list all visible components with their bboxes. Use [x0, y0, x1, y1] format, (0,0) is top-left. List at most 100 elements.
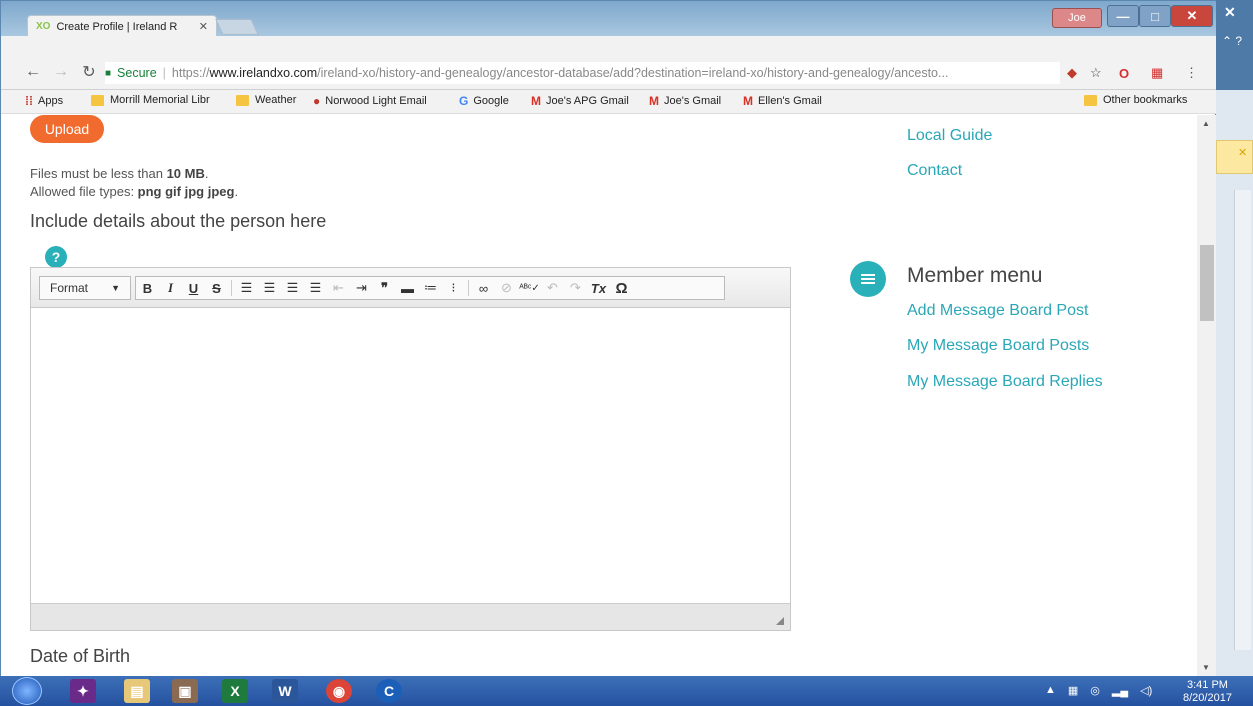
redo-icon[interactable]: ↷ — [564, 277, 587, 299]
special-character-icon[interactable]: Ω — [610, 277, 633, 299]
start-button[interactable] — [12, 677, 42, 705]
contact-link[interactable]: Contact — [907, 162, 962, 180]
browser-tab[interactable]: XO Create Profile | Ireland R ✕ — [27, 15, 217, 37]
link-icon[interactable]: ∞ — [472, 277, 495, 299]
security-icon[interactable]: ◎ — [1090, 684, 1100, 697]
help-icon[interactable]: ⌃ ? — [1222, 34, 1242, 48]
scroll-thumb[interactable] — [1200, 245, 1214, 321]
background-task-pane — [1216, 140, 1253, 174]
undo-icon[interactable]: ↶ — [541, 277, 564, 299]
local-guide-link[interactable]: Local Guide — [907, 127, 992, 145]
unlink-icon[interactable]: ⊘ — [495, 277, 518, 299]
bookmark-ellens-gmail[interactable]: M Ellen's Gmail — [743, 94, 822, 108]
new-tab-button[interactable] — [215, 19, 259, 35]
excel-icon[interactable]: X — [222, 679, 248, 703]
tray-expand-icon[interactable]: ▲ — [1045, 684, 1056, 697]
format-dropdown[interactable]: Format ▼ — [39, 276, 131, 300]
details-heading: Include details about the person here — [30, 211, 327, 231]
secure-label: Secure — [117, 66, 157, 80]
editor-text-area[interactable] — [31, 309, 790, 603]
resize-handle[interactable] — [776, 617, 784, 625]
bookmark-weather[interactable]: Weather — [236, 94, 296, 106]
bookmark-morrill[interactable]: Morrill Memorial Libr — [91, 94, 210, 106]
signal-icon[interactable]: ▂▄ — [1112, 684, 1128, 697]
align-right-icon[interactable]: ☰ — [281, 277, 304, 299]
extension-icon[interactable]: ◆ — [1067, 64, 1077, 82]
help-icon[interactable]: ? — [45, 246, 67, 268]
align-left-icon[interactable]: ☰ — [235, 277, 258, 299]
xo-favicon-icon: XO — [36, 21, 51, 32]
spellcheck-icon[interactable]: ᴬᴮᶜ✓ — [518, 277, 541, 299]
remove-format-icon[interactable]: Tx — [587, 277, 610, 299]
lock-icon: ■ — [105, 67, 112, 79]
clock-date: 8/20/2017 — [1183, 692, 1232, 704]
bookmark-joes-apg-gmail[interactable]: M Joe's APG Gmail — [531, 94, 629, 108]
chrome-icon[interactable]: ◉ — [326, 679, 352, 703]
close-window-button[interactable]: ✕ — [1171, 5, 1213, 27]
my-message-board-posts-link[interactable]: My Message Board Posts — [907, 337, 1089, 355]
file-size-hint: Files must be less than 10 MB. — [30, 166, 208, 181]
indent-icon[interactable]: ⇥ — [350, 277, 373, 299]
scroll-up-icon[interactable]: ▲ — [1202, 119, 1210, 128]
reload-icon[interactable]: ↻ — [79, 62, 99, 82]
taskbar-clock[interactable]: 3:41 PM 8/20/2017 — [1183, 679, 1232, 705]
align-justify-icon[interactable]: ☰ — [304, 277, 327, 299]
ccleaner-icon[interactable]: C — [376, 679, 402, 703]
page-scrollbar[interactable]: ▲ ▼ — [1197, 115, 1217, 677]
blockquote-icon[interactable]: ❞ — [373, 277, 396, 299]
my-message-board-replies-link[interactable]: My Message Board Replies — [907, 373, 1103, 391]
menu-kebab-icon[interactable]: ⋮ — [1185, 64, 1198, 82]
pane-close-icon[interactable]: ✕ — [1238, 146, 1247, 159]
date-of-birth-label: Date of Birth — [30, 646, 131, 666]
bold-icon[interactable]: B — [136, 277, 159, 299]
tab-close-icon[interactable]: ✕ — [199, 20, 208, 33]
background-scrollbar[interactable] — [1234, 190, 1251, 650]
upload-button[interactable]: Upload — [30, 115, 104, 143]
minimize-button[interactable]: — — [1107, 5, 1139, 27]
horizontal-rule-icon[interactable]: ▬ — [396, 277, 419, 299]
todo-extension-icon[interactable]: ▦ — [1151, 64, 1163, 82]
align-center-icon[interactable]: ☰ — [258, 277, 281, 299]
outdent-icon[interactable]: ⇤ — [327, 277, 350, 299]
file-explorer-icon[interactable]: ▤ — [124, 679, 150, 703]
network-icon[interactable]: ▦ — [1068, 684, 1078, 697]
bookmark-label: Apps — [38, 95, 64, 107]
editor-status-bar — [31, 603, 790, 630]
star-app-icon[interactable]: ✦ — [70, 679, 96, 703]
title-bar: XO Create Profile | Ireland R ✕ Joe — □ … — [1, 1, 1217, 37]
scroll-down-icon[interactable]: ▼ — [1202, 663, 1210, 672]
volume-icon[interactable]: ◁) — [1140, 684, 1152, 697]
folder-icon — [91, 94, 104, 106]
bookmark-joes-gmail[interactable]: M Joe's Gmail — [649, 94, 721, 108]
address-bar[interactable]: ■ Secure | https:// www.irelandxo.com /i… — [105, 62, 1060, 84]
star-bookmark-icon[interactable]: ☆ — [1090, 64, 1102, 82]
folder-icon — [236, 94, 249, 106]
hint-value: 10 MB — [166, 166, 205, 181]
bookmark-google[interactable]: G Google — [459, 94, 509, 108]
italic-icon[interactable]: I — [159, 277, 182, 299]
bookmark-apps[interactable]: ⁞⁞ Apps — [25, 94, 63, 108]
hint-text: Allowed file types: — [30, 184, 138, 199]
strikethrough-icon[interactable]: S — [205, 277, 228, 299]
forward-arrow-icon[interactable]: → — [51, 62, 71, 82]
hint-text: . — [234, 184, 239, 199]
bulleted-list-icon[interactable]: ⁝ — [442, 277, 465, 299]
numbered-list-icon[interactable]: ≔ — [419, 277, 442, 299]
profile-badge[interactable]: Joe — [1052, 8, 1102, 28]
opera-extension-icon[interactable]: O — [1119, 64, 1129, 82]
gmail-icon: M — [649, 94, 659, 108]
back-arrow-icon[interactable]: ← — [23, 62, 43, 82]
bookmark-other[interactable]: Other bookmarks — [1084, 94, 1187, 106]
apps-grid-icon: ⁞⁞ — [25, 94, 33, 108]
photo-app-icon[interactable]: ▣ — [172, 679, 198, 703]
system-tray: ▲ ▦ ◎ ▂▄ ◁) — [1045, 684, 1152, 697]
underline-icon[interactable]: U — [182, 277, 205, 299]
add-message-board-post-link[interactable]: Add Message Board Post — [907, 302, 1088, 320]
maximize-button[interactable]: □ — [1139, 5, 1171, 27]
windows-taskbar: ✦ ▤ ▣ X W ◉ C ▲ ▦ ◎ ▂▄ ◁) 3:41 PM 8/20/2… — [0, 676, 1253, 706]
bookmark-norwood[interactable]: ● Norwood Light Email — [313, 94, 427, 108]
rich-text-editor: Format ▼ B I U S ☰ ☰ ☰ ☰ ⇤ ⇥ ❞ ▬ ≔ ⁝ ∞ ⊘… — [30, 267, 791, 631]
word-icon[interactable]: W — [272, 679, 298, 703]
close-icon[interactable]: ✕ — [1224, 4, 1236, 21]
hamburger-menu-icon[interactable] — [850, 261, 886, 297]
